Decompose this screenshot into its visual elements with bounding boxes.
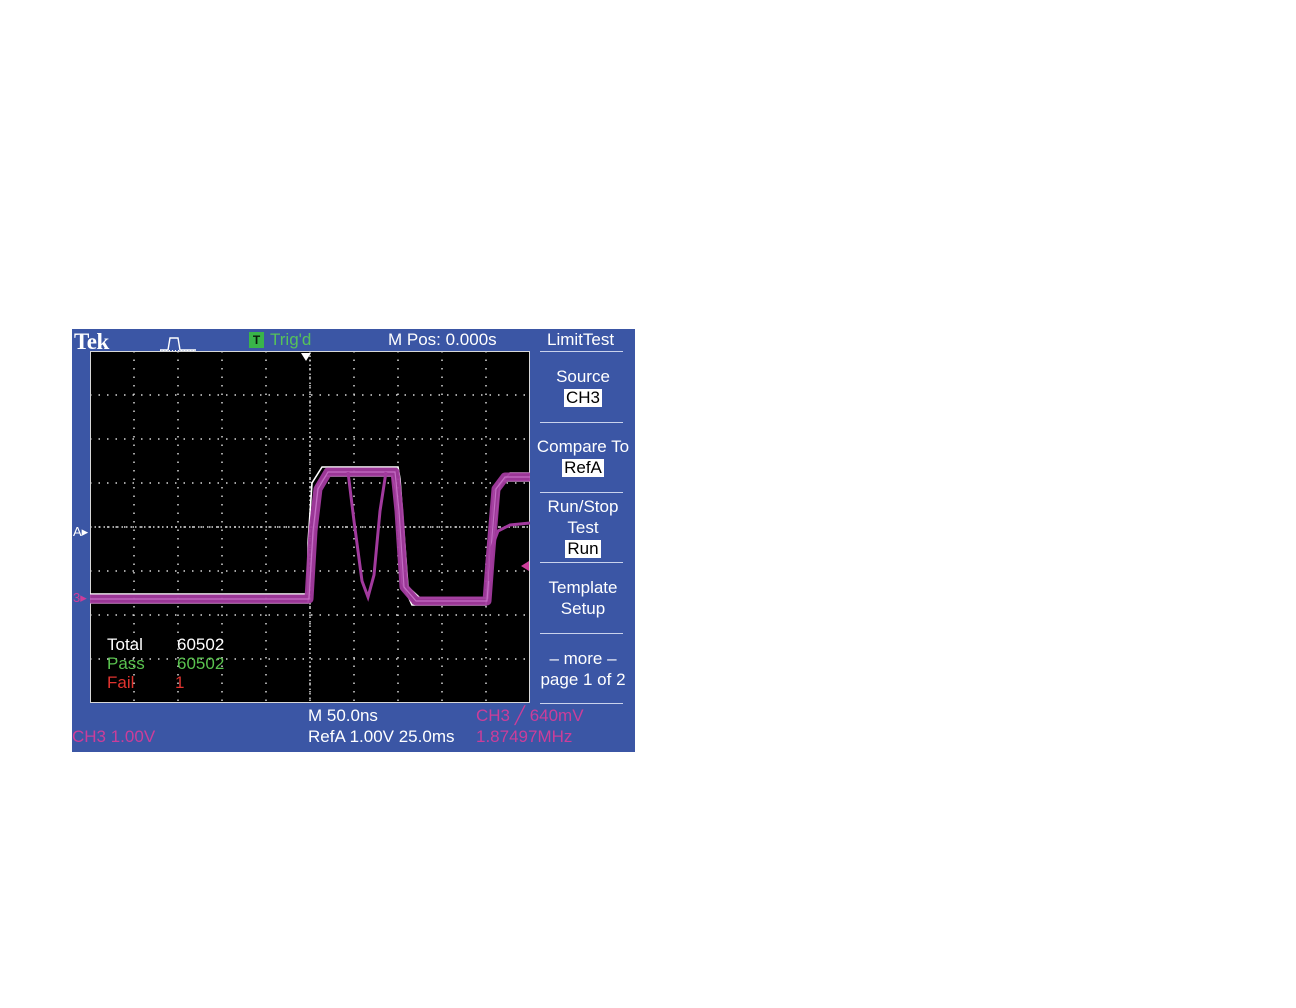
menu-title: LimitTest — [547, 330, 615, 349]
menu-divider — [540, 492, 623, 493]
ch3-ground-marker: 3▸ — [73, 590, 87, 605]
pulse-icon — [160, 337, 196, 351]
runstop-value: Run — [565, 539, 601, 558]
refa-ground-marker: A▸ — [73, 524, 89, 539]
run-stop-test-menu-button[interactable]: Run/Stop Test Run — [532, 496, 634, 559]
page-indicator: page 1 of 2 — [540, 670, 626, 689]
brand-logo: Tek — [74, 329, 109, 354]
runstop-label: Run/Stop — [547, 497, 619, 516]
fail-label: Fail — [107, 673, 135, 692]
menu-divider — [540, 422, 623, 423]
ch3-scale-readout: CH3 1.00V — [72, 727, 156, 746]
trigger-status-badge: T — [249, 332, 264, 348]
main-position-readout: M Pos: 0.000s — [388, 330, 497, 349]
waveform-screen — [90, 351, 530, 703]
compare-value: RefA — [562, 458, 604, 477]
trigger-source-readout: CH3 ╱ 640mV — [476, 706, 584, 725]
timebase-readout: M 50.0ns — [308, 706, 378, 725]
template-label: Template — [548, 578, 618, 597]
source-label: Source — [556, 367, 610, 386]
oscilloscope-display: Tek T Trig'd M Pos: 0.000s LimitTest A▸ … — [72, 329, 635, 752]
refa-scale-readout: RefA 1.00V 25.0ms — [308, 727, 455, 746]
trigger-status: Trig'd — [270, 330, 312, 349]
source-menu-button[interactable]: Source CH3 — [532, 366, 634, 408]
compare-to-menu-button[interactable]: Compare To RefA — [532, 436, 634, 478]
menu-divider — [540, 351, 623, 352]
more-label: – more – — [549, 649, 617, 668]
pass-label: Pass — [107, 654, 145, 673]
pass-value: 60502 — [177, 654, 225, 673]
frequency-readout: 1.87497MHz — [476, 727, 573, 746]
more-menu-button[interactable]: – more – page 1 of 2 — [532, 648, 634, 690]
runstop-label-2: Test — [567, 518, 599, 537]
source-value: CH3 — [563, 388, 602, 407]
trigger-position-icon — [301, 353, 311, 361]
compare-label: Compare To — [536, 437, 630, 456]
menu-divider — [540, 633, 623, 634]
template-label-2: Setup — [560, 599, 606, 618]
menu-divider — [540, 703, 623, 704]
trigger-level-icon — [521, 561, 529, 571]
total-label: Total — [107, 635, 143, 654]
menu-divider — [540, 562, 623, 563]
total-value: 60502 — [177, 635, 225, 654]
fail-value: 1 — [175, 673, 185, 692]
template-setup-menu-button[interactable]: Template Setup — [532, 577, 634, 619]
